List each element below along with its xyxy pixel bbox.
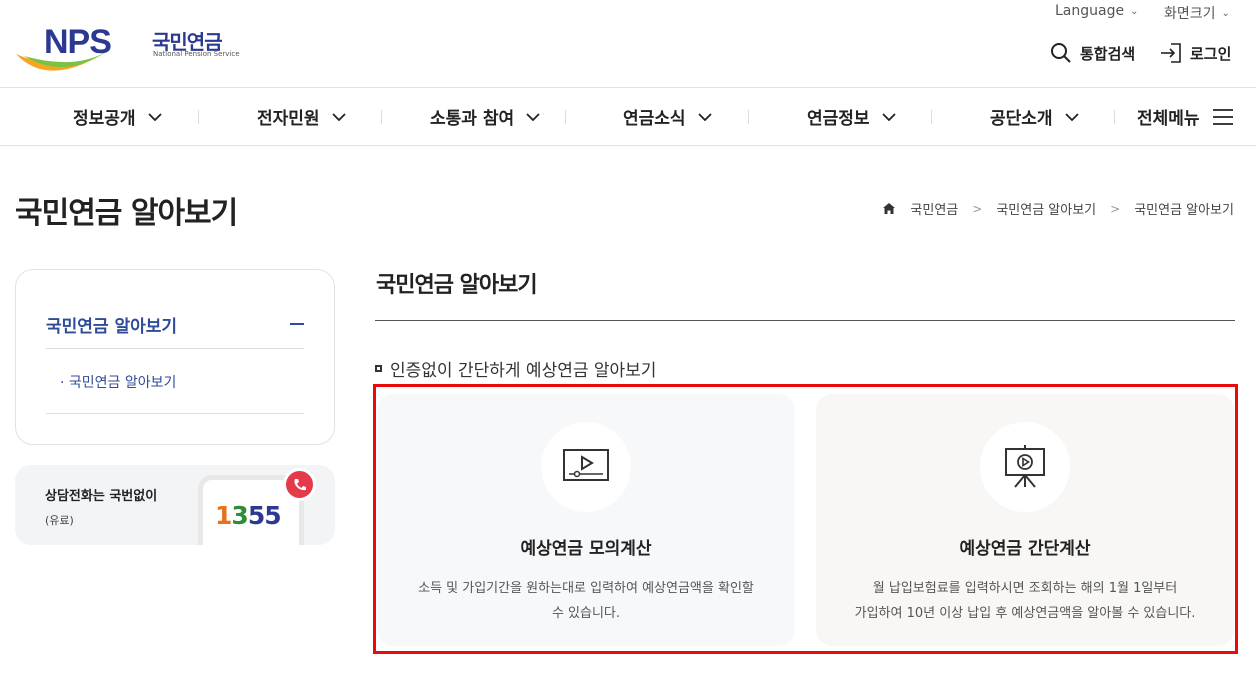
call-digit: 1 bbox=[215, 501, 232, 530]
search-button[interactable]: 통합검색 bbox=[1050, 42, 1135, 64]
gnb-item-label: 공단소개 bbox=[990, 109, 1053, 129]
call-digit: 3 bbox=[231, 501, 248, 530]
login-button[interactable]: 로그인 bbox=[1160, 42, 1231, 64]
square-bullet-icon bbox=[375, 365, 382, 372]
chevron-down-icon bbox=[526, 112, 540, 121]
gnb-item-pension-info[interactable]: 연금정보 bbox=[807, 88, 896, 145]
call-sub: (유료) bbox=[45, 514, 74, 527]
content-title: 국민연금 알아보기 bbox=[376, 273, 538, 298]
breadcrumb-item[interactable]: 국민연금 bbox=[910, 199, 958, 218]
section-title-text: 인증없이 간단하게 예상연금 알아보기 bbox=[390, 361, 657, 381]
chevron-down-icon: ⌄ bbox=[1130, 5, 1139, 17]
divider bbox=[46, 413, 304, 414]
collapse-minus-icon[interactable] bbox=[290, 323, 304, 325]
breadcrumb-item[interactable]: 국민연금 알아보기 bbox=[996, 199, 1096, 218]
chevron-down-icon bbox=[697, 112, 712, 121]
divider bbox=[46, 348, 304, 349]
call-number: 1355 bbox=[215, 501, 282, 530]
chevron-down-icon bbox=[881, 112, 896, 121]
zoom-label: 화면크기 bbox=[1164, 6, 1216, 22]
section-title: 인증없이 간단하게 예상연금 알아보기 bbox=[375, 356, 656, 381]
side-nav-item-label: 국민연금 알아보기 bbox=[68, 375, 177, 391]
gnb-item-label: 소통과 참여 bbox=[430, 109, 515, 129]
side-navigation: 국민연금 알아보기 · 국민연금 알아보기 bbox=[15, 269, 335, 445]
side-nav-item[interactable]: · 국민연금 알아보기 bbox=[60, 372, 176, 392]
chevron-right-icon: > bbox=[972, 201, 983, 216]
gnb-item-news[interactable]: 연금소식 bbox=[623, 88, 712, 145]
gnb-item-label: 연금정보 bbox=[807, 109, 870, 129]
phone-call-icon bbox=[283, 468, 316, 501]
gnb-divider bbox=[381, 110, 382, 124]
all-menu-label: 전체메뉴 bbox=[1137, 109, 1200, 129]
zoom-select[interactable]: 화면크기 ⌄ bbox=[1164, 3, 1230, 23]
search-label: 통합검색 bbox=[1080, 44, 1136, 63]
breadcrumb: 국민연금 > 국민연금 알아보기 > 국민연금 알아보기 bbox=[882, 199, 1234, 218]
nps-logo-mark-icon: NPS bbox=[16, 23, 112, 71]
chevron-down-icon bbox=[147, 112, 162, 121]
all-menu-button[interactable]: 전체메뉴 bbox=[1137, 88, 1234, 145]
login-label: 로그인 bbox=[1190, 44, 1232, 63]
gnb-item-label: 연금소식 bbox=[623, 109, 686, 129]
nps-logo[interactable]: NPS 국민연금 National Pension Service bbox=[14, 22, 240, 78]
hamburger-menu-icon bbox=[1212, 108, 1233, 125]
side-nav-heading[interactable]: 국민연금 알아보기 bbox=[46, 312, 304, 337]
call-digit: 5 bbox=[247, 501, 265, 530]
gnb-item-label: 전자민원 bbox=[257, 109, 320, 129]
call-digit: 5 bbox=[264, 501, 281, 530]
call-title: 상담전화는 국번없이 bbox=[45, 489, 158, 504]
gnb-item-community[interactable]: 소통과 참여 bbox=[430, 88, 540, 145]
chevron-right-icon: > bbox=[1110, 201, 1121, 216]
call-center-banner[interactable]: 상담전화는 국번없이 (유료) 1355 bbox=[15, 465, 335, 545]
chevron-down-icon bbox=[1064, 112, 1079, 121]
logo-english-text: National Pension Service bbox=[153, 50, 240, 58]
search-icon bbox=[1051, 43, 1071, 63]
site-header: NPS 국민연금 National Pension Service Langua… bbox=[0, 0, 1256, 87]
gnb-divider bbox=[1114, 110, 1115, 124]
gnb-item-about[interactable]: 공단소개 bbox=[990, 88, 1079, 145]
page-title: 국민연금 알아보기 bbox=[15, 196, 238, 231]
gnb-item-label: 정보공개 bbox=[73, 109, 136, 129]
gnb-divider bbox=[565, 110, 566, 124]
highlight-box bbox=[373, 384, 1238, 654]
home-icon[interactable] bbox=[882, 202, 896, 215]
main-navigation: 정보공개 전자민원 소통과 참여 연금소식 연금정보 공단소개 전체메뉴 bbox=[0, 87, 1256, 146]
language-select[interactable]: Language ⌄ bbox=[1055, 3, 1138, 19]
chevron-down-icon bbox=[331, 112, 346, 121]
gnb-item-civil[interactable]: 전자민원 bbox=[257, 88, 346, 145]
language-label: Language bbox=[1055, 3, 1125, 19]
svg-text:NPS: NPS bbox=[44, 23, 111, 61]
gnb-divider bbox=[198, 110, 199, 124]
title-divider bbox=[375, 320, 1235, 321]
gnb-divider bbox=[748, 110, 749, 124]
breadcrumb-item[interactable]: 국민연금 알아보기 bbox=[1134, 199, 1234, 218]
gnb-divider bbox=[931, 110, 932, 124]
chevron-down-icon: ⌄ bbox=[1221, 7, 1230, 19]
gnb-item-info[interactable]: 정보공개 bbox=[73, 88, 162, 145]
login-icon bbox=[1161, 43, 1181, 63]
